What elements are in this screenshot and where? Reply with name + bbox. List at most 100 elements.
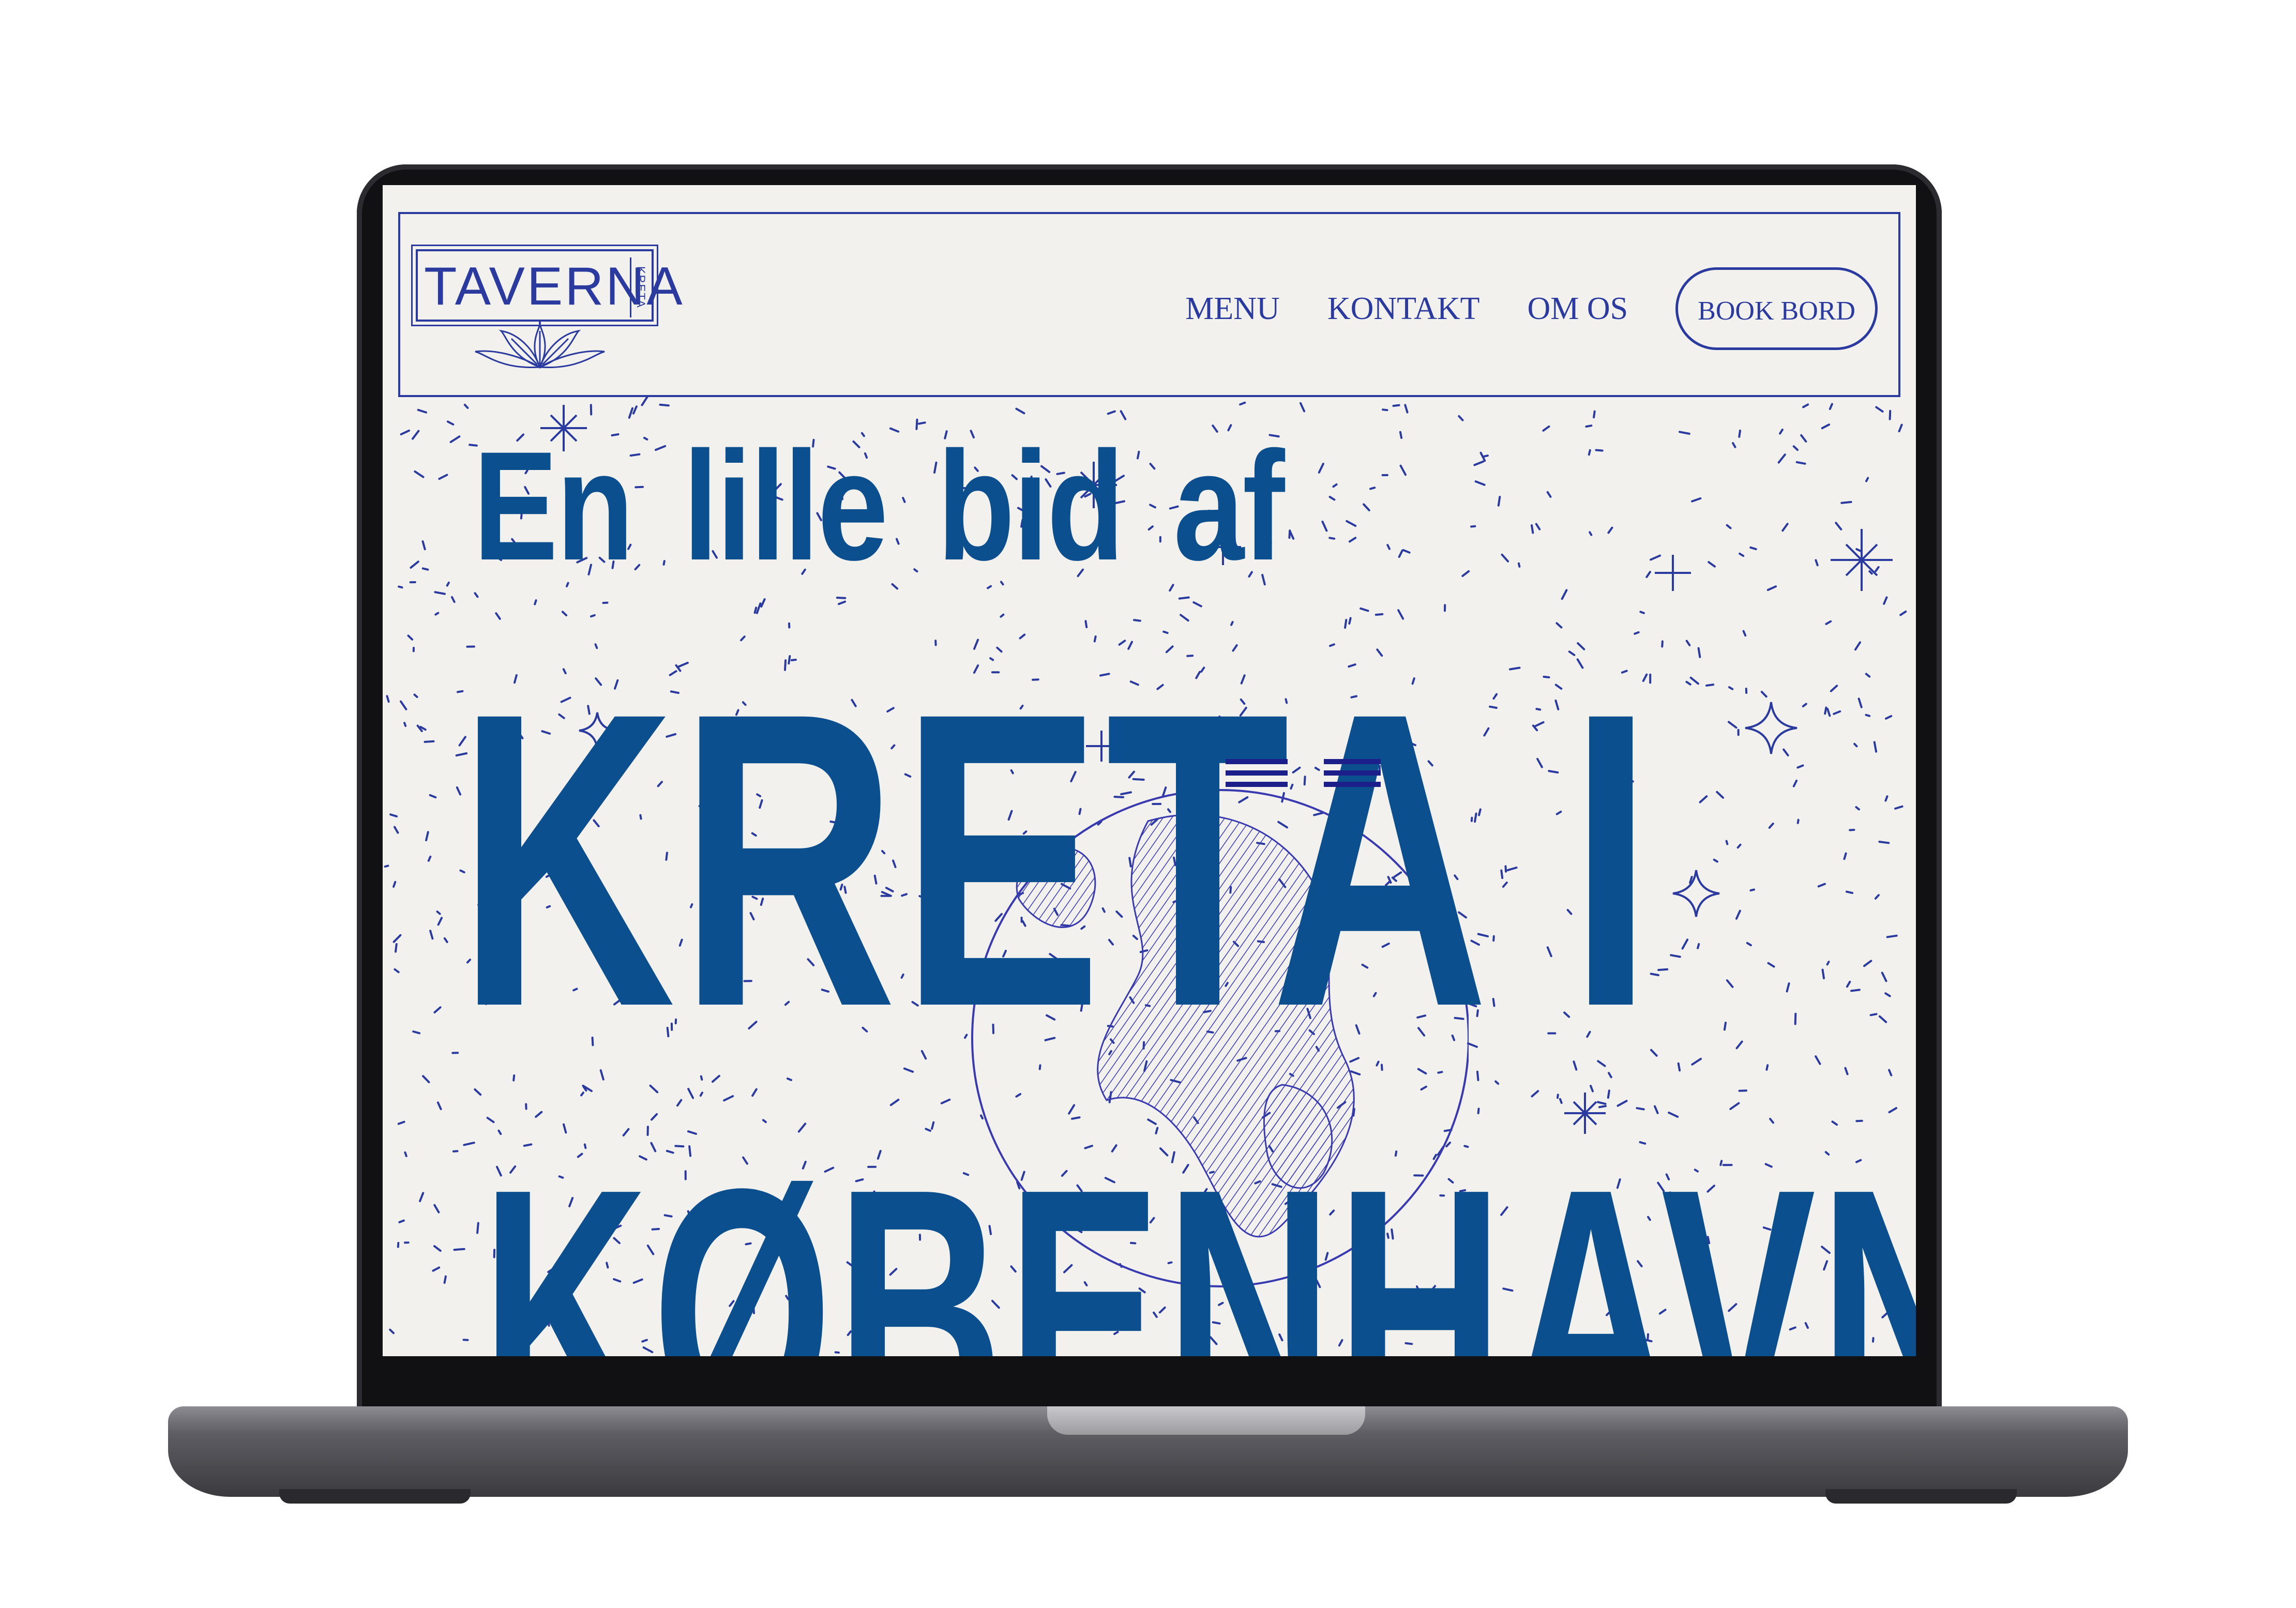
star-dash xyxy=(429,794,437,799)
star-dash xyxy=(1735,1040,1743,1050)
star-dash xyxy=(1884,795,1889,802)
nav-link-menu[interactable]: MENU xyxy=(1185,291,1280,327)
star-dash xyxy=(1677,1062,1681,1072)
star-dash xyxy=(1739,552,1745,557)
star-dash xyxy=(425,831,429,842)
star-dash xyxy=(1884,992,1891,997)
star-dash xyxy=(534,599,537,605)
star-dash xyxy=(1535,523,1541,530)
star-dash xyxy=(1899,610,1907,616)
star-dash xyxy=(433,1006,442,1013)
star-dash xyxy=(1328,496,1336,501)
star-dash xyxy=(1760,691,1768,698)
star-dash xyxy=(561,611,568,616)
star-dash xyxy=(1894,805,1904,810)
star-dash xyxy=(1180,614,1189,622)
star-dash xyxy=(1607,526,1613,534)
star-dash xyxy=(1732,442,1736,448)
book-table-button[interactable]: BOOK BORD xyxy=(1675,267,1878,350)
star-dash xyxy=(1398,549,1403,558)
star-dash xyxy=(413,693,418,698)
star-dash xyxy=(1474,480,1486,486)
star-dash xyxy=(1833,710,1841,715)
star-dash xyxy=(446,581,450,587)
hero-tagline: En lille bid af xyxy=(473,419,1285,593)
star-dash xyxy=(1705,684,1715,687)
star-dash xyxy=(1792,779,1798,787)
star-dash xyxy=(433,1245,442,1252)
star-dash xyxy=(474,592,479,598)
star-dash xyxy=(1685,640,1691,646)
star-dash xyxy=(1725,840,1729,845)
star-dash xyxy=(395,943,398,953)
star-dash xyxy=(422,1075,430,1083)
star-dash xyxy=(434,591,446,595)
star-dash xyxy=(1328,537,1336,540)
star-dash xyxy=(1670,954,1681,958)
star-sparkle-icon xyxy=(1672,870,1720,917)
taverna-logo[interactable]: TAVERNA KRETA xyxy=(411,245,683,369)
star-dash xyxy=(1723,1022,1727,1031)
star-dash xyxy=(1815,1055,1821,1065)
star-dash xyxy=(1802,703,1807,707)
star-dash xyxy=(1865,477,1869,482)
star-dash xyxy=(1588,449,1591,456)
star-dash xyxy=(1889,409,1892,420)
star-dash xyxy=(424,740,435,743)
star-dash xyxy=(412,430,420,440)
star-dash xyxy=(1546,491,1552,498)
star-dash xyxy=(1697,647,1701,658)
laptop-foot-right xyxy=(1825,1489,2017,1504)
star-dash xyxy=(1697,943,1700,949)
star-dash xyxy=(1598,1105,1607,1109)
site-header: TAVERNA KRETA MENU KONTAKT OM OS BOOK BO… xyxy=(398,212,1900,397)
star-dash xyxy=(1854,641,1861,651)
star-dash xyxy=(1477,1108,1480,1114)
star-dash xyxy=(1399,464,1407,476)
star-dash xyxy=(1685,680,1691,686)
star-dash xyxy=(394,968,400,974)
star-dash xyxy=(1654,1105,1659,1114)
greek-flag-icon xyxy=(1226,759,1381,787)
star-dash xyxy=(1595,449,1604,452)
star-dash xyxy=(1800,434,1807,443)
star-dash xyxy=(1382,408,1388,412)
nav-link-om-os[interactable]: OM OS xyxy=(1528,291,1628,327)
star-dash xyxy=(412,1030,421,1035)
star-dash xyxy=(404,1151,407,1157)
main-nav: MENU KONTAKT OM OS BOOK BORD xyxy=(1185,265,1878,353)
star-dash xyxy=(1829,403,1833,410)
star-dash xyxy=(1679,431,1690,435)
star-dash xyxy=(434,612,440,616)
star-dash xyxy=(1794,1012,1797,1025)
star-dash xyxy=(1617,1100,1628,1107)
star-dash xyxy=(1845,890,1854,894)
star-dash xyxy=(628,407,633,419)
star-dash xyxy=(753,606,758,614)
star-dash xyxy=(1691,1057,1702,1066)
star-dash xyxy=(1766,585,1777,591)
star-dash xyxy=(1817,883,1826,888)
star-dash xyxy=(1875,406,1884,413)
star-dash xyxy=(1821,423,1830,430)
star-dash xyxy=(1239,401,1246,406)
hero-headline-copenhagen: KØBENHAVN xyxy=(481,1116,1916,1356)
star-dash xyxy=(590,614,596,618)
logo-subtitle: KRETA xyxy=(630,257,650,317)
star-dash xyxy=(1561,589,1568,600)
star-dash xyxy=(403,722,407,727)
star-dash xyxy=(397,1241,400,1248)
nav-link-kontakt[interactable]: KONTAKT xyxy=(1327,291,1480,327)
leaf-ornament-icon xyxy=(475,321,605,369)
star-dash xyxy=(1636,1107,1645,1111)
star-dash xyxy=(659,403,670,407)
star-dash xyxy=(1795,461,1806,465)
star-dash xyxy=(1850,989,1861,992)
star-dash xyxy=(1681,938,1689,950)
star-dash xyxy=(1898,423,1903,433)
star-dash xyxy=(1874,894,1880,900)
star-dash xyxy=(443,937,448,943)
star-dash xyxy=(1399,431,1403,439)
star-dash xyxy=(1840,500,1852,504)
logo-frame: TAVERNA KRETA xyxy=(411,245,683,326)
